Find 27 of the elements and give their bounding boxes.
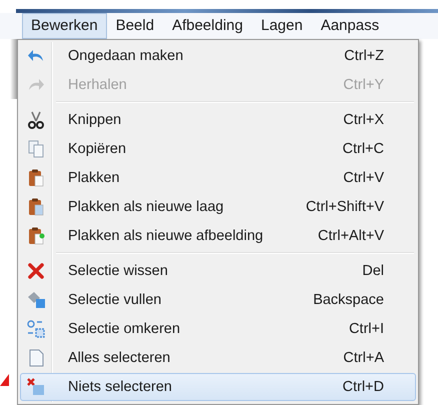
invert-icon bbox=[27, 320, 45, 338]
menu-item[interactable]: Plakken als nieuwe laag Ctrl+Shift+V bbox=[20, 193, 416, 221]
copy-icon bbox=[27, 140, 45, 158]
deselect-icon bbox=[27, 378, 45, 396]
menu-item[interactable]: Plakken als nieuwe afbeelding Ctrl+Alt+V bbox=[20, 222, 416, 250]
menu-bar-item[interactable]: Afbeelding bbox=[163, 13, 252, 39]
paint-bucket-icon bbox=[27, 291, 45, 309]
clipboard-icon bbox=[27, 198, 45, 216]
delete-icon bbox=[27, 262, 45, 280]
menu-item[interactable]: Ongedaan maken Ctrl+Z bbox=[20, 42, 416, 70]
menu-item[interactable]: Selectie vullen Backspace bbox=[20, 286, 416, 314]
menu-item[interactable]: Alles selecteren Ctrl+A bbox=[20, 344, 416, 372]
clipboard-icon bbox=[27, 169, 45, 187]
menu-item[interactable]: Plakken Ctrl+V bbox=[20, 164, 416, 192]
clipboard-icon bbox=[27, 227, 45, 245]
menu-bar-item[interactable]: Beeld bbox=[106, 13, 164, 39]
menu-bar-item[interactable]: Bewerken bbox=[22, 13, 107, 39]
arrow-icon bbox=[0, 374, 9, 386]
menu-item[interactable]: Niets selecteren Ctrl+D bbox=[20, 373, 416, 401]
scissors-icon bbox=[27, 111, 45, 129]
page-icon bbox=[27, 349, 45, 367]
menu-item[interactable]: Kopiëren Ctrl+C bbox=[20, 135, 416, 163]
menu-item[interactable]: Selectie wissen Del bbox=[20, 257, 416, 285]
menu-bar-item[interactable]: Aanpass bbox=[312, 13, 388, 39]
menu-bar-item[interactable]: Lagen bbox=[252, 13, 312, 39]
menu-item[interactable]: Knippen Ctrl+X bbox=[20, 106, 416, 134]
menu-item[interactable]: Selectie omkeren Ctrl+I bbox=[20, 315, 416, 343]
